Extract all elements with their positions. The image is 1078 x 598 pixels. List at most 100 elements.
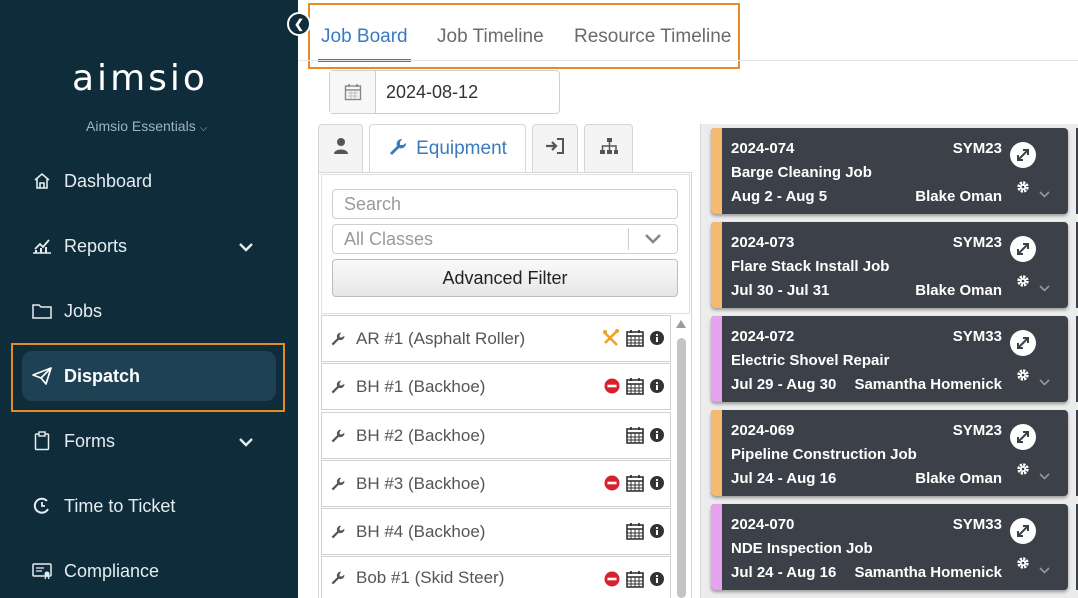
- info-icon[interactable]: [650, 524, 664, 543]
- job-assignee: Blake Oman: [915, 188, 1002, 205]
- job-code: SYM23: [952, 422, 1002, 439]
- chevron-down-icon[interactable]: [643, 228, 663, 256]
- calendar-icon[interactable]: [626, 377, 644, 400]
- job-dates: Aug 2 - Aug 5: [731, 188, 828, 205]
- wrench-icon: [330, 570, 346, 586]
- certificate-icon: [32, 561, 52, 581]
- sidebar-item-time-to-ticket[interactable]: Time to Ticket: [22, 481, 276, 531]
- job-card[interactable]: 2024-074 SYM23 Barge Cleaning Job Aug 2 …: [711, 128, 1068, 214]
- job-id: 2024-069: [731, 422, 795, 439]
- gear-icon[interactable]: [1016, 368, 1030, 387]
- expand-icon[interactable]: [1010, 142, 1036, 168]
- wrench-icon: [330, 476, 346, 492]
- classes-value: All Classes: [344, 229, 434, 249]
- calendar-icon[interactable]: [626, 570, 644, 593]
- job-name: Barge Cleaning Job: [731, 164, 872, 181]
- job-color-stripe: [711, 128, 722, 214]
- calendar-icon[interactable]: [626, 329, 644, 352]
- equipment-name: BH #1 (Backhoe): [356, 376, 486, 396]
- job-id: 2024-074: [731, 140, 795, 157]
- date-picker[interactable]: 2024-08-12: [329, 70, 560, 114]
- equipment-name: BH #4 (Backhoe): [356, 521, 486, 541]
- wrench-icon: [330, 428, 346, 444]
- sidebar-item-label: Reports: [64, 235, 128, 256]
- gear-icon[interactable]: [1016, 556, 1030, 575]
- expand-icon[interactable]: [1010, 424, 1036, 450]
- scroll-up-icon[interactable]: [676, 320, 686, 328]
- clipboard-icon: [32, 431, 52, 451]
- job-color-stripe: [711, 316, 722, 402]
- info-icon[interactable]: [650, 572, 664, 591]
- classes-select[interactable]: All Classes: [332, 224, 678, 254]
- chevron-left-icon: ❮: [293, 17, 305, 31]
- sidebar-item-jobs[interactable]: Jobs: [22, 286, 276, 336]
- job-assignee: Samantha Homenick: [854, 376, 1002, 393]
- chevron-down-icon[interactable]: [1039, 373, 1050, 391]
- job-card[interactable]: 2024-069 SYM23 Pipeline Construction Job…: [711, 410, 1068, 496]
- sidebar: aimsio Aimsio Essentials ⌵ Dashboard Repo…: [0, 0, 298, 598]
- sidebar-item-label: Jobs: [64, 300, 103, 321]
- equipment-row[interactable]: AR #1 (Asphalt Roller): [321, 315, 671, 362]
- tab-people[interactable]: [318, 124, 363, 172]
- gear-icon[interactable]: [1016, 180, 1030, 199]
- sitemap-icon: [599, 137, 619, 160]
- job-card[interactable]: 2024-070 SYM33 NDE Inspection Job Jul 24…: [711, 504, 1068, 590]
- sidebar-item-dashboard[interactable]: Dashboard: [22, 156, 276, 206]
- job-code: SYM23: [952, 234, 1002, 251]
- date-value[interactable]: 2024-08-12: [376, 71, 478, 113]
- gear-icon[interactable]: [1016, 274, 1030, 293]
- job-id: 2024-070: [731, 516, 795, 533]
- expand-icon[interactable]: [1010, 518, 1036, 544]
- chevron-down-icon[interactable]: [238, 432, 254, 453]
- job-card[interactable]: 2024-073 SYM23 Flare Stack Install Job J…: [711, 222, 1068, 308]
- info-icon[interactable]: [650, 379, 664, 398]
- tab-hierarchy[interactable]: [584, 124, 633, 172]
- unavailable-icon: [604, 378, 620, 399]
- job-name: NDE Inspection Job: [731, 540, 873, 557]
- equipment-row[interactable]: Bob #1 (Skid Steer): [321, 556, 671, 598]
- job-id: 2024-073: [731, 234, 795, 251]
- chevron-down-icon: ⌵: [199, 123, 208, 134]
- job-dates: Jul 24 - Aug 16: [731, 564, 837, 581]
- job-color-stripe: [711, 222, 722, 308]
- job-name: Electric Shovel Repair: [731, 352, 890, 369]
- info-icon[interactable]: [650, 331, 664, 350]
- scrollbar-thumb[interactable]: [677, 338, 686, 598]
- expand-icon[interactable]: [1010, 330, 1036, 356]
- calendar-icon[interactable]: [626, 474, 644, 497]
- equipment-row[interactable]: BH #2 (Backhoe): [321, 412, 671, 459]
- tab-check-in[interactable]: [532, 124, 578, 172]
- equipment-row[interactable]: BH #4 (Backhoe): [321, 508, 671, 555]
- sidebar-item-reports[interactable]: Reports: [22, 221, 276, 271]
- collapse-sidebar-button[interactable]: ❮: [287, 12, 311, 36]
- job-code: SYM33: [952, 516, 1002, 533]
- info-icon[interactable]: [650, 428, 664, 447]
- chevron-down-icon[interactable]: [1039, 561, 1050, 579]
- aimsio-logo: aimsio: [72, 58, 208, 99]
- equipment-row[interactable]: BH #1 (Backhoe): [321, 363, 671, 410]
- chevron-down-icon[interactable]: [1039, 279, 1050, 297]
- gear-icon[interactable]: [1016, 462, 1030, 481]
- calendar-icon[interactable]: [626, 426, 644, 449]
- calendar-icon[interactable]: [330, 71, 376, 113]
- advanced-filter-button[interactable]: Advanced Filter: [332, 259, 678, 297]
- chevron-down-icon[interactable]: [1039, 467, 1050, 485]
- job-card[interactable]: 2024-072 SYM33 Electric Shovel Repair Ju…: [711, 316, 1068, 402]
- equipment-row[interactable]: BH #3 (Backhoe): [321, 460, 671, 507]
- chevron-down-icon[interactable]: [238, 237, 254, 258]
- expand-icon[interactable]: [1010, 236, 1036, 262]
- tab-equipment[interactable]: Equipment: [369, 124, 526, 173]
- sidebar-item-label: Forms: [64, 430, 115, 451]
- search-input[interactable]: Search: [332, 189, 678, 219]
- chevron-down-icon[interactable]: [1039, 185, 1050, 203]
- calendar-icon[interactable]: [626, 522, 644, 545]
- person-icon: [333, 137, 349, 160]
- sidebar-item-forms[interactable]: Forms: [22, 416, 276, 466]
- unavailable-icon: [604, 475, 620, 496]
- job-dates: Jul 29 - Aug 30: [731, 376, 837, 393]
- sidebar-item-compliance[interactable]: Compliance: [22, 546, 276, 596]
- clock-ticket-icon: [32, 496, 52, 516]
- info-icon[interactable]: [650, 476, 664, 495]
- dispatch-highlight: [11, 343, 285, 412]
- workspace-selector[interactable]: Aimsio Essentials ⌵: [86, 118, 207, 134]
